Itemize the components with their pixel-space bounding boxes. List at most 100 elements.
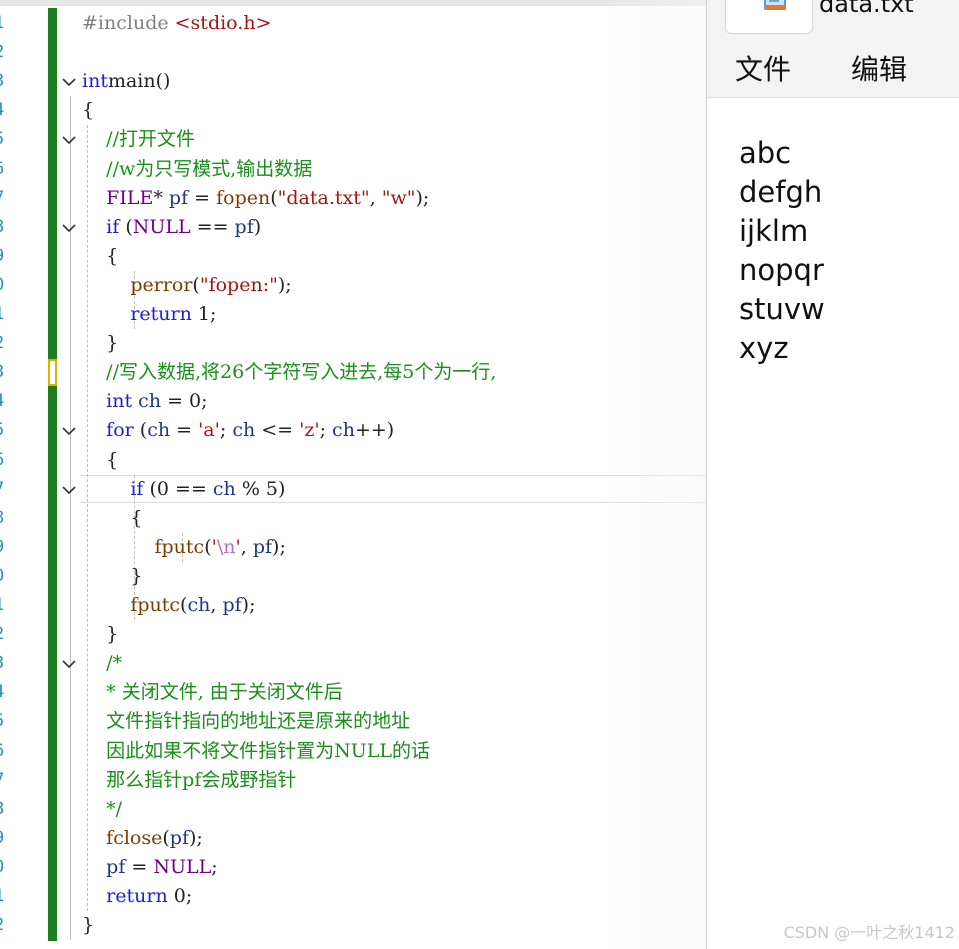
code-token: pf	[168, 186, 189, 209]
code-line[interactable]: * 关闭文件, 由于关闭文件后	[82, 678, 343, 707]
code-token: main()	[107, 70, 171, 93]
code-token: );	[188, 826, 203, 849]
line-number-text: 1	[0, 9, 8, 38]
code-line[interactable]: {	[82, 446, 118, 475]
notepad-text-area[interactable]: abc defgh ijklm nopqr stuvw xyz	[739, 134, 825, 368]
code-line[interactable]: //写入数据,将26个字符写入进去,每5个为一行,	[82, 358, 496, 387]
code-token: ch	[212, 477, 236, 500]
code-editor[interactable]: 12345678901234567890123456789012 #includ…	[0, 0, 706, 949]
code-line[interactable]: {	[82, 96, 94, 125]
line-number: 9	[0, 824, 14, 853]
line-number-text: 6	[0, 446, 8, 475]
line-number-text: 6	[0, 737, 8, 766]
code-line[interactable]: }	[82, 562, 142, 591]
code-line[interactable]: intmain()	[82, 67, 170, 96]
code-line[interactable]: pf = NULL;	[82, 853, 217, 882]
code-line[interactable]: //打开文件	[82, 125, 195, 154]
code-line[interactable]: return 1;	[82, 300, 216, 329]
code-line[interactable]: #include <stdio.h>	[82, 9, 272, 38]
chevron-down-icon[interactable]	[61, 220, 77, 236]
code-token: for	[106, 419, 134, 442]
code-token: 文件指针指向的地址还是原来的地址	[106, 710, 411, 733]
line-number: 5	[0, 125, 14, 154]
code-token: <=	[255, 419, 300, 442]
line-number: 8	[0, 795, 14, 824]
notepad-tab-title[interactable]: data.txt	[819, 0, 914, 18]
code-token: = 0;	[161, 390, 208, 413]
code-token: "data.txt"	[277, 186, 370, 209]
code-token: "w"	[381, 186, 416, 209]
line-number: 7	[0, 766, 14, 795]
line-number: 3	[0, 67, 14, 96]
line-number-text: 5	[0, 416, 8, 445]
code-token: =	[125, 855, 154, 878]
code-line[interactable]: 因此如果不将文件指针置为NULL的话	[82, 737, 430, 766]
code-token: int	[106, 390, 133, 413]
code-line[interactable]: int ch = 0;	[82, 387, 208, 416]
editor-top-border	[0, 0, 706, 6]
code-token: 'a'	[198, 419, 220, 442]
line-number-text: 4	[0, 678, 8, 707]
code-line[interactable]: FILE* pf = fopen("data.txt", "w");	[82, 184, 429, 213]
code-line[interactable]: }	[82, 911, 94, 940]
line-number-text: 3	[0, 358, 8, 387]
code-line[interactable]: fclose(pf);	[82, 824, 203, 853]
code-token: {	[82, 448, 119, 471]
code-line[interactable]: if (NULL == pf)	[82, 213, 261, 242]
code-line[interactable]: fputc(ch, pf);	[82, 591, 255, 620]
chevron-down-icon[interactable]	[61, 423, 77, 439]
code-token: }	[82, 914, 95, 937]
chevron-down-icon[interactable]	[61, 482, 77, 498]
code-line[interactable]: 文件指针指向的地址还是原来的地址	[82, 707, 410, 736]
code-token: \n	[216, 535, 236, 558]
chevron-down-icon[interactable]	[61, 74, 77, 90]
code-line[interactable]: {	[82, 242, 118, 271]
code-line[interactable]: }	[82, 620, 118, 649]
code-token: /*	[106, 652, 123, 675]
code-token: pf	[169, 826, 189, 849]
code-token: ,	[240, 535, 253, 558]
code-token: {	[82, 506, 143, 529]
line-number: 4	[0, 387, 14, 416]
notepad-file-icon	[764, 0, 786, 13]
code-line[interactable]: for (ch = 'a'; ch <= 'z'; ch++)	[82, 416, 394, 445]
notepad-window[interactable]: data.txt 文件 编辑 abc defgh ijklm nopqr stu…	[706, 0, 959, 949]
code-line[interactable]: /*	[82, 649, 122, 678]
code-token: return	[130, 303, 192, 325]
line-number: 9	[0, 242, 14, 271]
code-token: if	[130, 477, 144, 500]
code-token: (	[204, 535, 212, 558]
notepad-tab[interactable]	[725, 0, 813, 34]
code-line[interactable]: //w为只写模式,输出数据	[82, 155, 312, 184]
text-line: xyz	[739, 331, 789, 365]
line-number: 4	[0, 678, 14, 707]
line-number-text: 9	[0, 533, 8, 562]
code-line[interactable]: 那么指针pf会成野指针	[82, 766, 296, 795]
code-token: =	[170, 419, 199, 442]
code-line[interactable]: if (0 == ch % 5)	[82, 475, 285, 504]
menu-file[interactable]: 文件	[735, 48, 791, 88]
code-line[interactable]: perror("fopen:");	[82, 271, 291, 300]
code-line[interactable]: fputc('\n', pf);	[82, 533, 285, 562]
code-token: *	[153, 186, 169, 209]
code-token: pf	[234, 215, 254, 238]
code-line[interactable]: */	[82, 795, 122, 824]
chevron-down-icon[interactable]	[61, 656, 77, 672]
code-token: {	[82, 244, 119, 267]
code-token: 那么指针pf会成野指针	[106, 768, 297, 791]
menu-edit[interactable]: 编辑	[851, 48, 907, 88]
code-line[interactable]: return 0;	[82, 882, 192, 911]
line-number: 2	[0, 911, 14, 940]
code-line[interactable]: {	[82, 504, 142, 533]
code-token: 'z'	[299, 419, 320, 442]
code-line[interactable]: }	[82, 329, 118, 358]
chevron-down-icon[interactable]	[61, 132, 77, 148]
code-token: NULL	[153, 855, 212, 878]
